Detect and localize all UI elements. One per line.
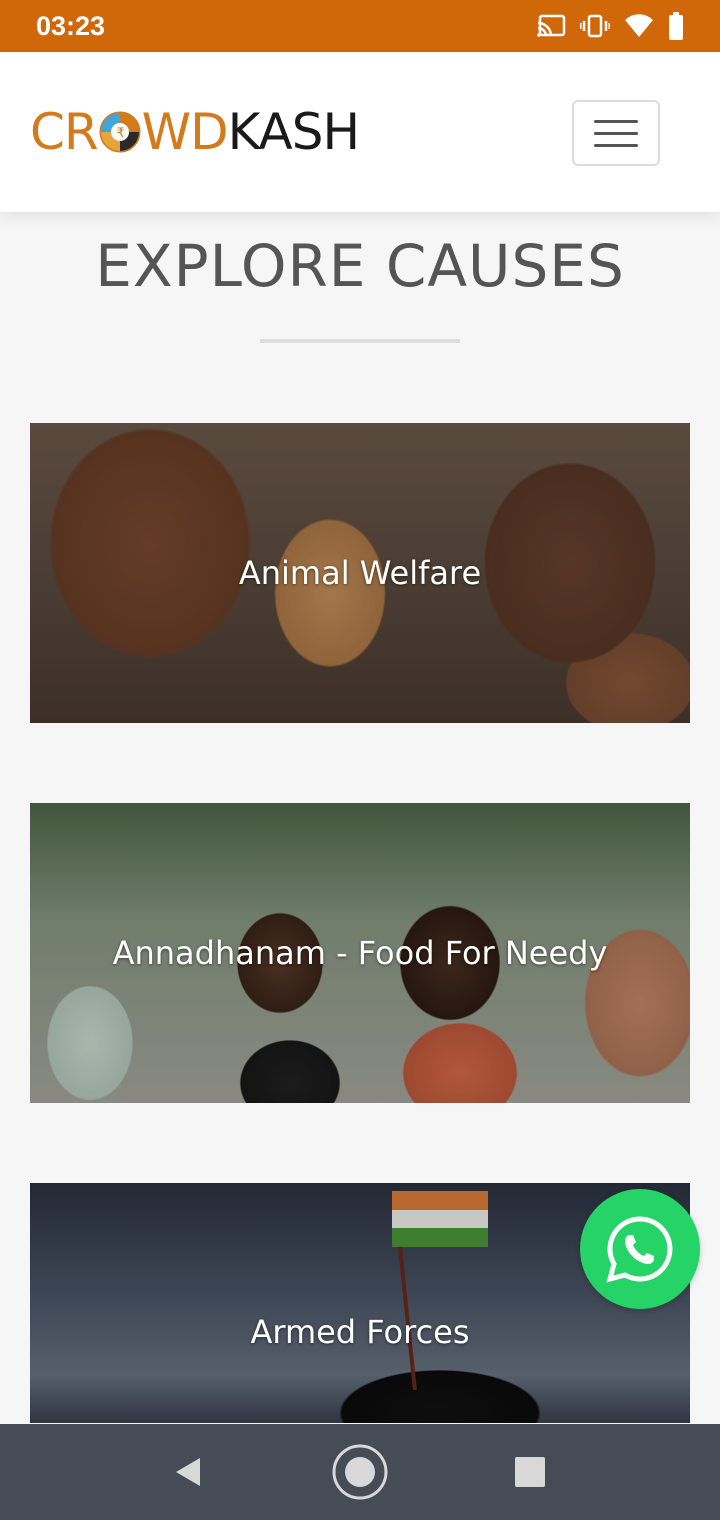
whatsapp-button[interactable] <box>580 1189 700 1309</box>
status-bar: 03:23 <box>0 0 720 52</box>
site-header: CR ₹ WD KASH <box>0 52 720 212</box>
cause-card-annadhanam[interactable]: Annadhanam - Food For Needy <box>30 803 690 1103</box>
home-button[interactable] <box>300 1424 420 1520</box>
title-divider <box>260 339 460 343</box>
logo-text-cr: CR <box>30 103 99 161</box>
cause-label: Annadhanam - Food For Needy <box>112 934 608 972</box>
hamburger-menu-bar <box>594 143 638 147</box>
rupee-wheel-logo-icon: ₹ <box>99 111 141 153</box>
hamburger-menu-button[interactable] <box>572 100 660 166</box>
vibrate-icon <box>580 14 610 38</box>
logo-text-kash: KASH <box>227 103 360 161</box>
recents-icon <box>515 1457 545 1487</box>
status-time: 03:23 <box>36 10 106 41</box>
cause-label: Armed Forces <box>250 1313 470 1351</box>
whatsapp-icon <box>606 1216 673 1283</box>
home-icon <box>332 1444 388 1500</box>
wifi-icon <box>625 14 653 37</box>
logo-text-wd: WD <box>141 103 229 161</box>
back-icon <box>176 1458 200 1486</box>
recents-button[interactable] <box>470 1424 590 1520</box>
navigation-bar <box>0 1424 720 1520</box>
crowdkash-logo[interactable]: CR ₹ WD KASH <box>30 103 360 161</box>
cause-card-animal-welfare[interactable]: Animal Welfare <box>30 423 690 723</box>
status-icons <box>536 12 684 40</box>
battery-icon <box>669 12 683 40</box>
hamburger-menu-icon <box>594 119 638 123</box>
page-title: EXPLORE CAUSES <box>95 232 625 300</box>
cause-label: Animal Welfare <box>238 554 482 592</box>
back-button[interactable] <box>128 1424 248 1520</box>
logo-rupee-glyph: ₹ <box>116 126 124 141</box>
cast-icon <box>537 14 566 37</box>
hamburger-menu-bar <box>594 131 638 135</box>
